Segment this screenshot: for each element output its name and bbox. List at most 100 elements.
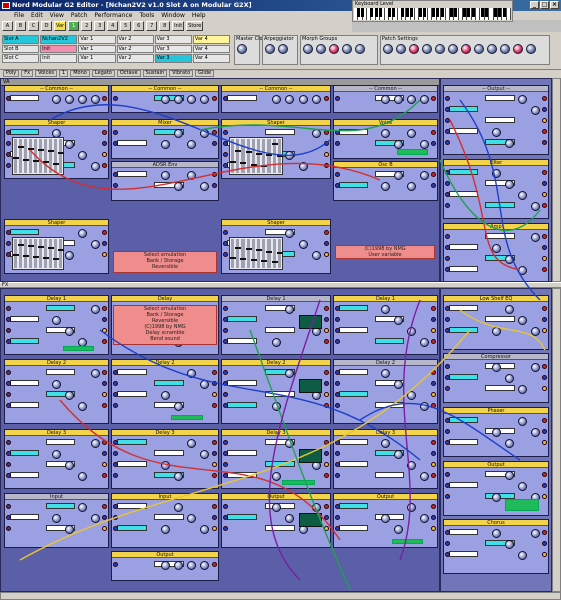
knob-icon[interactable] <box>78 95 88 104</box>
jack-connector-icon[interactable] <box>223 440 228 445</box>
module[interactable]: Delay 1 <box>4 295 109 355</box>
jack-connector-icon[interactable] <box>6 381 11 386</box>
knob-icon[interactable] <box>200 380 210 389</box>
toolbar-button[interactable]: 6 <box>133 21 145 31</box>
knob-icon[interactable] <box>200 561 210 570</box>
jack-connector-icon[interactable] <box>223 328 228 333</box>
knob-icon[interactable] <box>422 44 432 54</box>
value-field[interactable] <box>485 202 515 208</box>
jack-connector-icon[interactable] <box>445 129 450 134</box>
jack-connector-icon[interactable] <box>445 203 450 208</box>
jack-connector-icon[interactable] <box>431 130 436 135</box>
knob-icon[interactable] <box>407 129 417 138</box>
module[interactable]: -- Common -- <box>4 85 109 113</box>
jack-connector-icon[interactable] <box>431 183 436 188</box>
black-key[interactable] <box>454 8 458 17</box>
jack-connector-icon[interactable] <box>212 562 217 567</box>
jack-connector-icon[interactable] <box>6 392 11 397</box>
value-field[interactable] <box>339 129 368 135</box>
jack-connector-icon[interactable] <box>542 317 547 322</box>
jack-connector-icon[interactable] <box>335 451 340 456</box>
toolbar-button[interactable]: 3 <box>94 21 106 31</box>
slot-cell[interactable]: Var 2 <box>116 35 154 44</box>
knob-icon[interactable] <box>504 139 514 148</box>
jack-connector-icon[interactable] <box>223 370 228 375</box>
value-field[interactable] <box>10 229 39 235</box>
module[interactable]: Delay 3 <box>111 429 219 489</box>
module[interactable]: Delay 2 <box>111 359 219 424</box>
jack-connector-icon[interactable] <box>324 473 329 478</box>
jack-connector-icon[interactable] <box>324 328 329 333</box>
value-field[interactable] <box>449 191 479 197</box>
jack-connector-icon[interactable] <box>431 451 436 456</box>
value-field[interactable] <box>117 525 147 531</box>
slider[interactable] <box>32 239 39 268</box>
menu-item-view[interactable]: View <box>50 11 64 20</box>
jack-connector-icon[interactable] <box>102 339 107 344</box>
knob-icon[interactable] <box>278 44 288 54</box>
jack-connector-icon[interactable] <box>542 192 547 197</box>
module[interactable]: Delay 2 <box>333 359 438 424</box>
knob-icon[interactable] <box>173 402 183 411</box>
module[interactable]: ADSR Env <box>111 161 219 201</box>
knob-icon[interactable] <box>200 450 210 459</box>
black-key[interactable] <box>418 8 422 17</box>
jack-connector-icon[interactable] <box>113 403 118 408</box>
knob-icon[interactable] <box>271 95 281 104</box>
jack-connector-icon[interactable] <box>6 141 11 146</box>
knob-icon[interactable] <box>298 95 308 104</box>
black-key[interactable] <box>370 8 374 17</box>
value-field[interactable] <box>227 316 258 322</box>
module[interactable]: Delay 3 <box>4 429 109 489</box>
knob-icon[interactable] <box>419 140 429 149</box>
slider[interactable] <box>245 239 252 268</box>
jack-connector-icon[interactable] <box>324 96 329 101</box>
knob-icon[interactable] <box>312 129 322 138</box>
value-field[interactable] <box>449 551 479 557</box>
toolbar-button[interactable]: A <box>2 21 13 31</box>
knob-icon[interactable] <box>517 316 527 325</box>
module[interactable]: Phaser <box>443 407 549 457</box>
knob-icon[interactable] <box>491 529 501 538</box>
value-field[interactable] <box>154 450 184 456</box>
knob-icon[interactable] <box>407 95 417 104</box>
toolbar-button[interactable]: Init <box>172 21 185 31</box>
jack-connector-icon[interactable] <box>431 473 436 478</box>
value-field[interactable] <box>10 514 39 520</box>
knob-icon[interactable] <box>90 240 100 249</box>
value-field[interactable] <box>339 182 368 188</box>
slot-cell[interactable]: Var 3 <box>154 44 192 54</box>
jack-connector-icon[interactable] <box>445 375 450 380</box>
jack-connector-icon[interactable] <box>431 172 436 177</box>
jack-connector-icon[interactable] <box>431 504 436 509</box>
jack-connector-icon[interactable] <box>542 418 547 423</box>
module[interactable]: -- Common -- <box>333 85 438 113</box>
jack-connector-icon[interactable] <box>113 130 118 135</box>
patch-setting[interactable]: Octave <box>116 70 141 77</box>
jack-connector-icon[interactable] <box>324 230 329 235</box>
value-field[interactable] <box>264 129 296 135</box>
knob-icon[interactable] <box>394 95 404 104</box>
module[interactable]: Input <box>111 493 219 548</box>
knob-icon[interactable] <box>530 233 540 242</box>
jack-connector-icon[interactable] <box>6 230 11 235</box>
knob-icon[interactable] <box>312 503 322 512</box>
voice-area-scrollbar[interactable] <box>552 78 561 282</box>
module[interactable]: Output <box>111 551 219 581</box>
jack-connector-icon[interactable] <box>223 241 228 246</box>
jack-connector-icon[interactable] <box>431 381 436 386</box>
slider[interactable] <box>261 239 268 268</box>
jack-connector-icon[interactable] <box>335 504 340 509</box>
black-key[interactable] <box>502 8 506 17</box>
jack-connector-icon[interactable] <box>6 462 11 467</box>
knob-icon[interactable] <box>65 525 75 534</box>
knob-icon[interactable] <box>78 151 88 160</box>
knob-icon[interactable] <box>407 461 417 470</box>
slider[interactable] <box>32 139 39 173</box>
jack-connector-icon[interactable] <box>6 130 11 135</box>
jack-connector-icon[interactable] <box>113 141 118 146</box>
jack-connector-icon[interactable] <box>223 96 228 101</box>
slot-cell[interactable]: Var 1 <box>78 35 116 44</box>
jack-connector-icon[interactable] <box>6 403 11 408</box>
value-field[interactable] <box>449 305 479 311</box>
